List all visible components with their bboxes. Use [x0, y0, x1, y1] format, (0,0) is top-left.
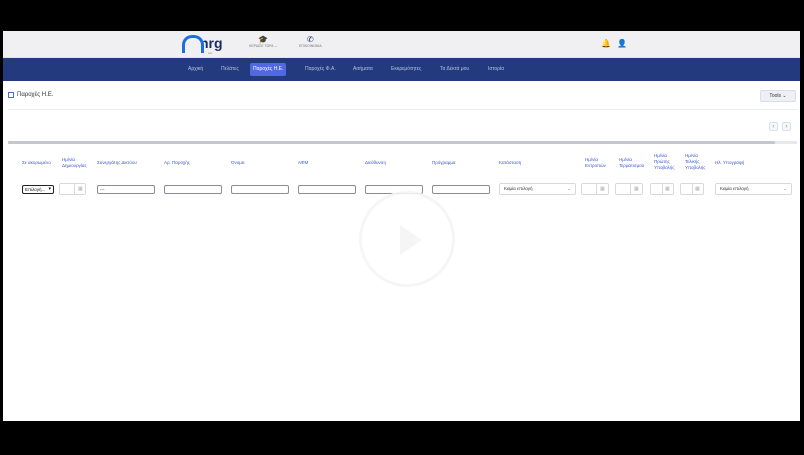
chevron-down-icon: ▾: [48, 186, 51, 192]
graduation-cap-icon: 🎓: [258, 35, 269, 44]
e-signature-filter-value: Καμία επιλογή: [720, 186, 749, 191]
logo-mark-icon: [181, 35, 204, 53]
bell-icon[interactable]: 🔔: [601, 39, 611, 48]
date-input[interactable]: [681, 184, 693, 194]
date-input[interactable]: [616, 184, 631, 194]
date-input[interactable]: [582, 184, 597, 194]
status-filter-value: Καμία επιλογή: [504, 186, 533, 191]
final-submission-date-filter[interactable]: ▦: [680, 183, 704, 195]
nav-home[interactable]: Αρχική: [185, 63, 206, 76]
horizontal-scrollbar[interactable]: [8, 141, 797, 144]
date-input[interactable]: [60, 184, 75, 194]
name-filter-input[interactable]: [231, 185, 289, 194]
page-title-icon: ▣: [8, 92, 14, 98]
tools-label: Tools: [769, 93, 782, 99]
earn-now-label: ΚΕΡΔΙΣΕ ΤΩΡΑ: [249, 44, 274, 48]
header-supply-number[interactable]: Αρ. Παροχής: [164, 160, 190, 166]
calendar-icon[interactable]: ▦: [634, 184, 639, 194]
header-final-submission-date[interactable]: Ημ/νία Τελικής Υποβολής: [685, 153, 709, 171]
phone-icon: ✆: [307, 35, 314, 44]
calendar-icon[interactable]: ▦: [78, 184, 83, 194]
page-prev-button[interactable]: ‹: [769, 122, 778, 131]
header-cancelled[interactable]: Σε ακυρωμένο: [22, 160, 51, 166]
entry-date-filter[interactable]: ▦: [581, 183, 609, 195]
tools-button[interactable]: Tools ⌄: [760, 90, 796, 102]
page-next-button[interactable]: ›: [782, 122, 791, 131]
calendar-icon[interactable]: ▦: [695, 184, 700, 194]
logo-subtitle: ▪▪▪▪: [208, 51, 213, 55]
contact-link[interactable]: ✆ ΕΠΙΚΟΙΝΩΝΙΑ: [299, 35, 322, 48]
created-date-filter[interactable]: ▦: [59, 183, 86, 195]
header-entry-date[interactable]: Ημ/νία Εντροπών: [585, 157, 613, 169]
divider: [8, 109, 797, 110]
status-filter-select[interactable]: Καμία επιλογή ⌄: [499, 183, 576, 195]
chevron-down-icon: ⌄: [567, 186, 571, 191]
nav-customers[interactable]: Πελάτες: [218, 63, 242, 76]
nrg-logo[interactable]: nrg: [181, 35, 223, 53]
user-icon[interactable]: 👤: [617, 39, 627, 48]
nav-requests[interactable]: Αιτήματα: [350, 63, 376, 76]
nav-pending[interactable]: Εκκρεμότητες: [388, 63, 424, 76]
top-bar: nrg ▪▪▪▪ 🎓 ΚΕΡΔΙΣΕ ΤΩΡΑ ⌄ ✆ ΕΠΙΚΟΙΝΩΝΙΑ …: [3, 31, 800, 58]
header-status[interactable]: Κατάσταση: [499, 160, 521, 166]
date-input[interactable]: [651, 184, 663, 194]
header-vat[interactable]: ΑΦΜ: [298, 160, 308, 166]
nav-my-receivers[interactable]: Τα Δέκτά μου: [437, 63, 472, 76]
termination-date-filter[interactable]: ▦: [615, 183, 643, 195]
header-program[interactable]: Πρόγραμμα: [432, 160, 456, 166]
chevron-down-icon: ⌄: [783, 186, 787, 191]
nav-history[interactable]: Ιστορία: [485, 63, 507, 76]
nav-gas-supplies[interactable]: Παροχές Φ.Α.: [302, 63, 339, 76]
page-title-text: Παροχές Η.Ε.: [17, 92, 54, 98]
header-address[interactable]: Διεύθυνση: [365, 160, 386, 166]
cancelled-filter-select[interactable]: Επιλογή... ▾: [22, 185, 54, 194]
partner-filter-input[interactable]: ---: [97, 185, 155, 194]
calendar-icon[interactable]: ▦: [600, 184, 605, 194]
header-name[interactable]: Όνομα: [231, 160, 244, 166]
contact-label: ΕΠΙΚΟΙΝΩΝΙΑ: [299, 44, 322, 48]
header-first-submission-date[interactable]: Ημ/νία Πρώτης Υποβολής: [654, 153, 678, 171]
calendar-icon[interactable]: ▦: [665, 184, 670, 194]
header-partner[interactable]: Συνεργάτης Δικτύου: [97, 160, 137, 166]
vat-filter-input[interactable]: [298, 185, 356, 194]
first-submission-date-filter[interactable]: ▦: [650, 183, 674, 195]
nav-electricity-supplies[interactable]: Παροχές Η.Ε.: [250, 63, 287, 76]
scrollbar-thumb[interactable]: [8, 141, 775, 144]
supply-number-filter-input[interactable]: [164, 185, 222, 194]
page-title: ▣ Παροχές Η.Ε.: [8, 92, 53, 98]
cancelled-filter-value: Επιλογή...: [25, 187, 46, 192]
e-signature-filter-select[interactable]: Καμία επιλογή ⌄: [715, 183, 792, 195]
earn-now-link[interactable]: 🎓 ΚΕΡΔΙΣΕ ΤΩΡΑ ⌄: [249, 35, 277, 48]
app-window: nrg ▪▪▪▪ 🎓 ΚΕΡΔΙΣΕ ΤΩΡΑ ⌄ ✆ ΕΠΙΚΟΙΝΩΝΙΑ …: [3, 31, 800, 421]
main-nav: Αρχική Πελάτες Παροχές Η.Ε. Παροχές Φ.Α.…: [3, 58, 800, 81]
header-created-date[interactable]: Ημ/νία Δημιουργίας: [62, 157, 90, 169]
program-filter-input[interactable]: [432, 185, 490, 194]
loading-play-overlay-icon: [359, 191, 455, 287]
header-termination-date[interactable]: Ημ/νία Τερματισμού: [619, 157, 647, 169]
header-e-signature[interactable]: Ηλ. Υπογραφή: [715, 160, 744, 166]
